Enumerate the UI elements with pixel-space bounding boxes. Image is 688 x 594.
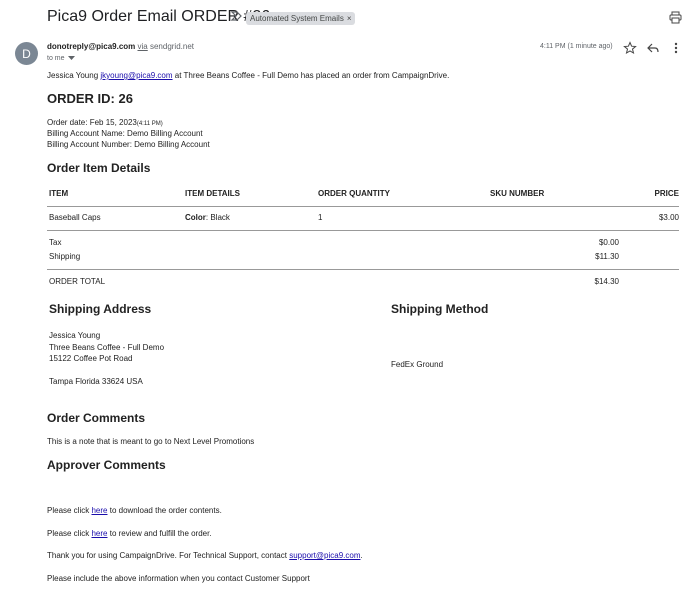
support-email-link[interactable]: support@pica9.com (289, 551, 360, 560)
shipping-method-heading: Shipping Method (391, 302, 489, 316)
order-date-time: (4:11 PM) (136, 121, 163, 127)
via-domain: sendgrid.net (149, 42, 194, 51)
review-line: Please click here to review and fulfill … (47, 529, 212, 538)
remove-label-icon[interactable]: × (347, 14, 352, 23)
support-line-pre: Thank you for using CampaignDrive. For T… (47, 551, 287, 560)
download-line-pre: Please click (47, 506, 90, 515)
review-link[interactable]: here (91, 529, 107, 538)
chevron-down-icon[interactable] (67, 56, 75, 61)
support-line-post: . (360, 551, 363, 560)
review-line-pre: Please click (47, 529, 90, 538)
sender-line: donotreply@pica9.com via sendgrid.net (47, 42, 194, 51)
row-item-name: Baseball Caps (49, 213, 101, 222)
review-line-post: to review and fulfill the order. (109, 529, 212, 538)
recipient-text: to me (47, 55, 65, 62)
download-link[interactable]: here (91, 506, 107, 515)
column-header-order-quantity: ORDER QUANTITY (318, 189, 390, 198)
customer-support-note: Please include the above information whe… (47, 574, 310, 583)
row-item-detail-key: Color (185, 213, 206, 222)
billing-account-name: Billing Account Name: Demo Billing Accou… (47, 129, 203, 138)
row-item-detail-value: : Black (205, 213, 230, 222)
recipient-line[interactable]: to me (47, 55, 75, 62)
table-divider (47, 230, 679, 231)
label-chip-text: Automated System Emails (250, 14, 344, 23)
order-comments-text: This is a note that is meant to go to Ne… (47, 437, 255, 446)
column-header-item-details: ITEM DETAILS (185, 189, 240, 198)
tax-value: $0.00 (598, 238, 619, 247)
column-header-price: PRICE (654, 189, 679, 198)
download-line-post: to download the order contents. (109, 506, 222, 515)
order-date-text: Order date: Feb 15, 2023 (47, 118, 137, 127)
address-line: Three Beans Coffee - Full Demo (49, 343, 165, 352)
intro-line: Jessica Young jkyoung@pica9.com at Three… (47, 71, 449, 80)
order-total-label: ORDER TOTAL (49, 277, 106, 286)
via-label[interactable]: via (138, 42, 148, 51)
row-item-quantity: 1 (318, 213, 323, 222)
row-item-detail: Color: Black (185, 213, 230, 222)
shipping-method-value: FedEx Ground (391, 360, 444, 369)
billing-account-number: Billing Account Number: Demo Billing Acc… (47, 140, 210, 149)
address-line: 15122 Coffee Pot Road (49, 354, 133, 363)
approver-comments-heading: Approver Comments (47, 458, 166, 472)
address-line: Tampa Florida 33624 USA (49, 377, 143, 386)
support-line: Thank you for using CampaignDrive. For T… (47, 551, 363, 560)
more-options-icon[interactable] (669, 41, 683, 55)
table-divider (47, 269, 679, 270)
order-total-value: $14.30 (594, 277, 619, 286)
print-icon[interactable] (669, 11, 682, 24)
order-items-heading: Order Item Details (47, 161, 151, 175)
intro-name: Jessica Young (47, 71, 99, 80)
shipping-label: Shipping (49, 252, 81, 261)
intro-rest: at Three Beans Coffee - Full Demo has pl… (174, 71, 450, 80)
timestamp: 4:11 PM (1 minute ago) (540, 43, 613, 50)
avatar[interactable]: D (15, 42, 38, 65)
reply-icon[interactable] (646, 41, 660, 55)
order-comments-heading: Order Comments (47, 411, 146, 425)
address-line: Jessica Young (49, 331, 101, 340)
download-line: Please click here to download the order … (47, 506, 222, 515)
table-divider (47, 206, 679, 207)
label-chip[interactable]: Automated System Emails × (246, 12, 356, 25)
order-id-title: ORDER ID: 26 (47, 91, 133, 106)
column-header-item: ITEM (49, 189, 69, 198)
importance-marker-icon[interactable] (231, 11, 242, 21)
intro-email-link[interactable]: jkyoung@pica9.com (100, 71, 172, 80)
row-item-price: $3.00 (658, 213, 679, 222)
shipping-address-heading: Shipping Address (49, 302, 152, 316)
tax-label: Tax (49, 238, 62, 247)
shipping-value: $11.30 (595, 252, 619, 261)
order-date: Order date: Feb 15, 2023(4:11 PM) (47, 118, 163, 127)
sender-email[interactable]: donotreply@pica9.com (47, 42, 135, 51)
star-icon[interactable] (623, 41, 637, 55)
column-header-sku-number: SKU NUMBER (490, 189, 545, 198)
